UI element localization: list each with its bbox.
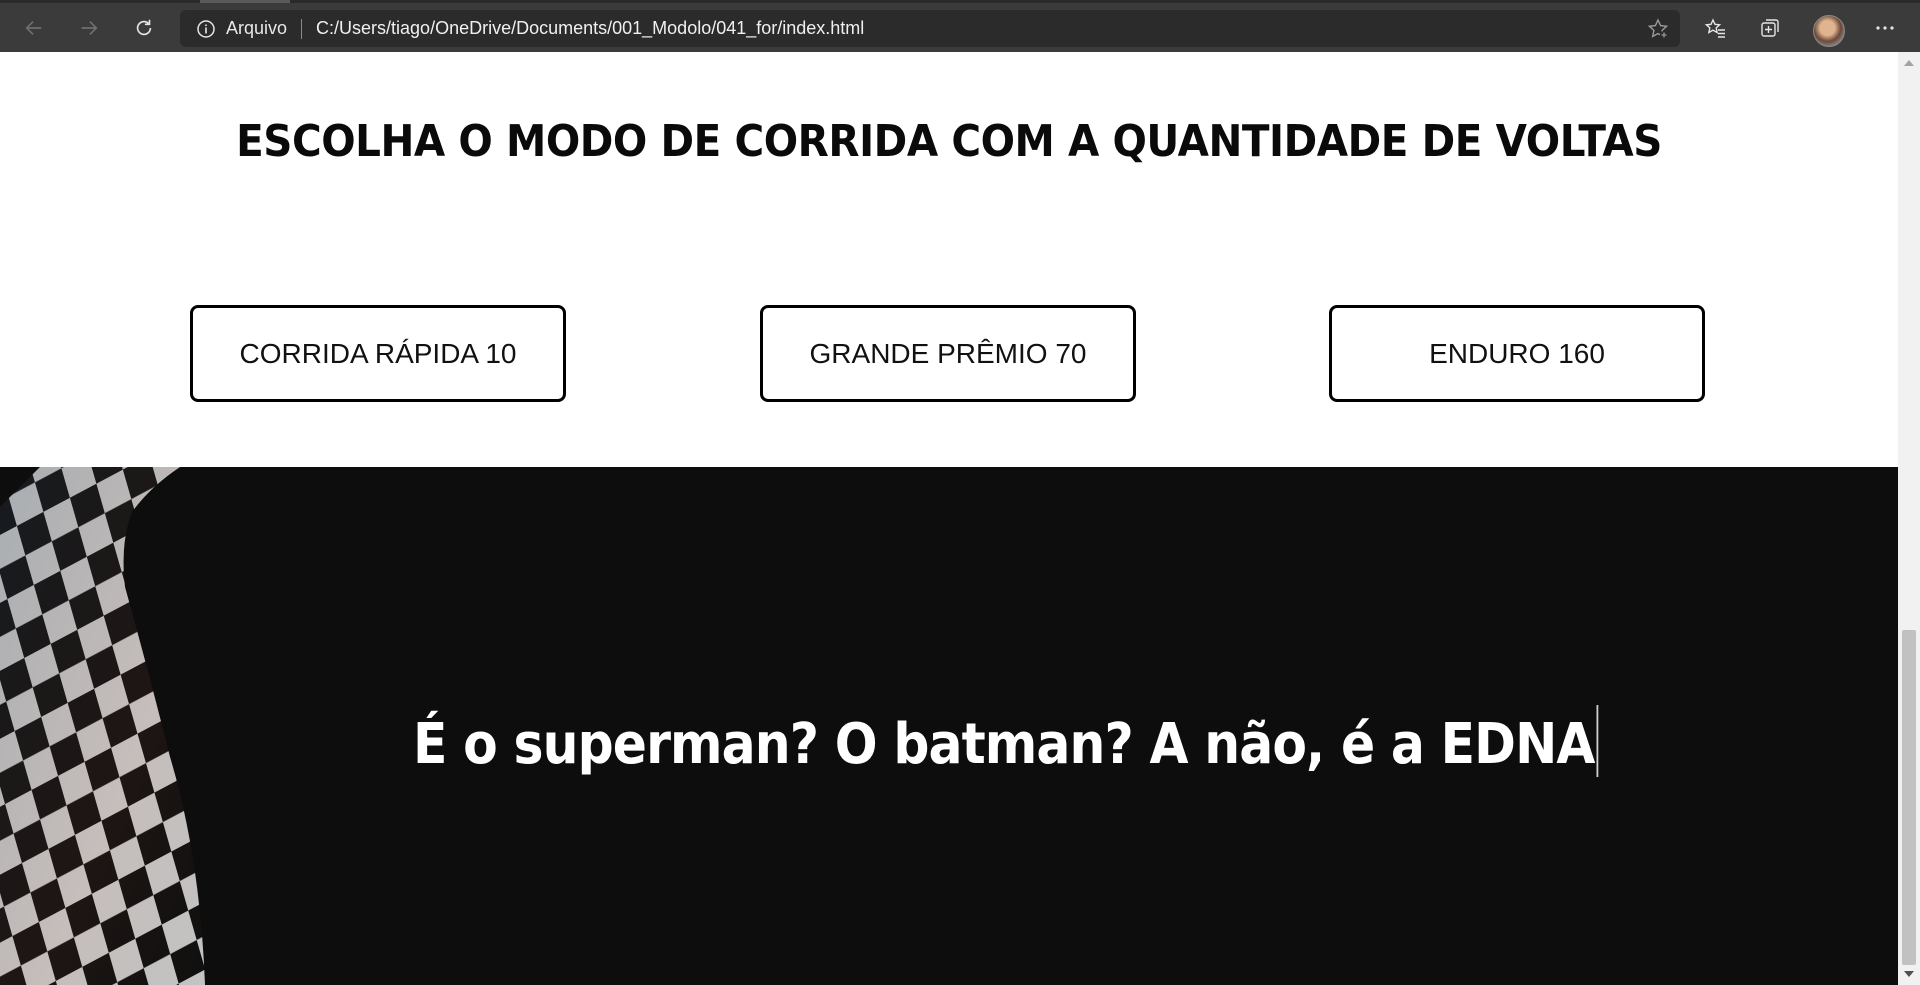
add-favorite-icon[interactable]	[1646, 17, 1670, 41]
refresh-icon	[136, 19, 152, 36]
back-button[interactable]	[17, 11, 51, 45]
site-info-button[interactable]	[196, 19, 216, 39]
more-icon	[1876, 26, 1894, 30]
back-icon	[25, 20, 42, 36]
mode-button-enduro[interactable]: ENDURO 160	[1329, 305, 1705, 402]
vertical-scrollbar[interactable]	[1898, 52, 1920, 985]
forward-button[interactable]	[72, 11, 106, 45]
favorites-button[interactable]	[1698, 11, 1732, 45]
hero-section: É o superman? O batman? A não, é a EDNA	[0, 467, 1898, 985]
favorites-icon	[1704, 18, 1725, 38]
browser-toolbar: Arquivo C:/Users/tiago/OneDrive/Document…	[0, 0, 1920, 52]
site-info-label: Arquivo	[226, 18, 288, 38]
more-button[interactable]	[1868, 11, 1902, 45]
collections-icon	[1761, 19, 1779, 37]
forward-icon	[81, 20, 98, 36]
hero-tagline-text: É o superman? O batman? A não, é a EDNA	[413, 712, 1595, 777]
typing-caret	[1596, 705, 1599, 777]
mode-button-corrida-rapida[interactable]: CORRIDA RÁPIDA 10	[190, 305, 566, 402]
address-separator	[301, 18, 303, 39]
refresh-button[interactable]	[127, 11, 161, 45]
scroll-up-arrow-icon[interactable]	[1904, 60, 1914, 66]
profile-avatar[interactable]	[1813, 15, 1845, 47]
hero-tagline: É o superman? O batman? A não, é a EDNA	[413, 705, 1599, 777]
page-heading: ESCOLHA O MODO DE CORRIDA COM A QUANTIDA…	[236, 116, 1662, 167]
scroll-down-arrow-icon[interactable]	[1904, 971, 1914, 977]
page-viewport: ESCOLHA O MODO DE CORRIDA COM A QUANTIDA…	[0, 52, 1898, 985]
active-tab-indicator	[200, 0, 290, 3]
checkered-flag-image	[0, 467, 205, 985]
url-text[interactable]: C:/Users/tiago/OneDrive/Documents/001_Mo…	[316, 18, 864, 39]
info-icon	[197, 19, 215, 38]
collections-button[interactable]	[1753, 11, 1787, 45]
scrollbar-thumb[interactable]	[1902, 630, 1916, 965]
mode-button-grande-premio[interactable]: GRANDE PRÊMIO 70	[760, 305, 1136, 402]
address-bar[interactable]: Arquivo C:/Users/tiago/OneDrive/Document…	[180, 10, 1680, 47]
